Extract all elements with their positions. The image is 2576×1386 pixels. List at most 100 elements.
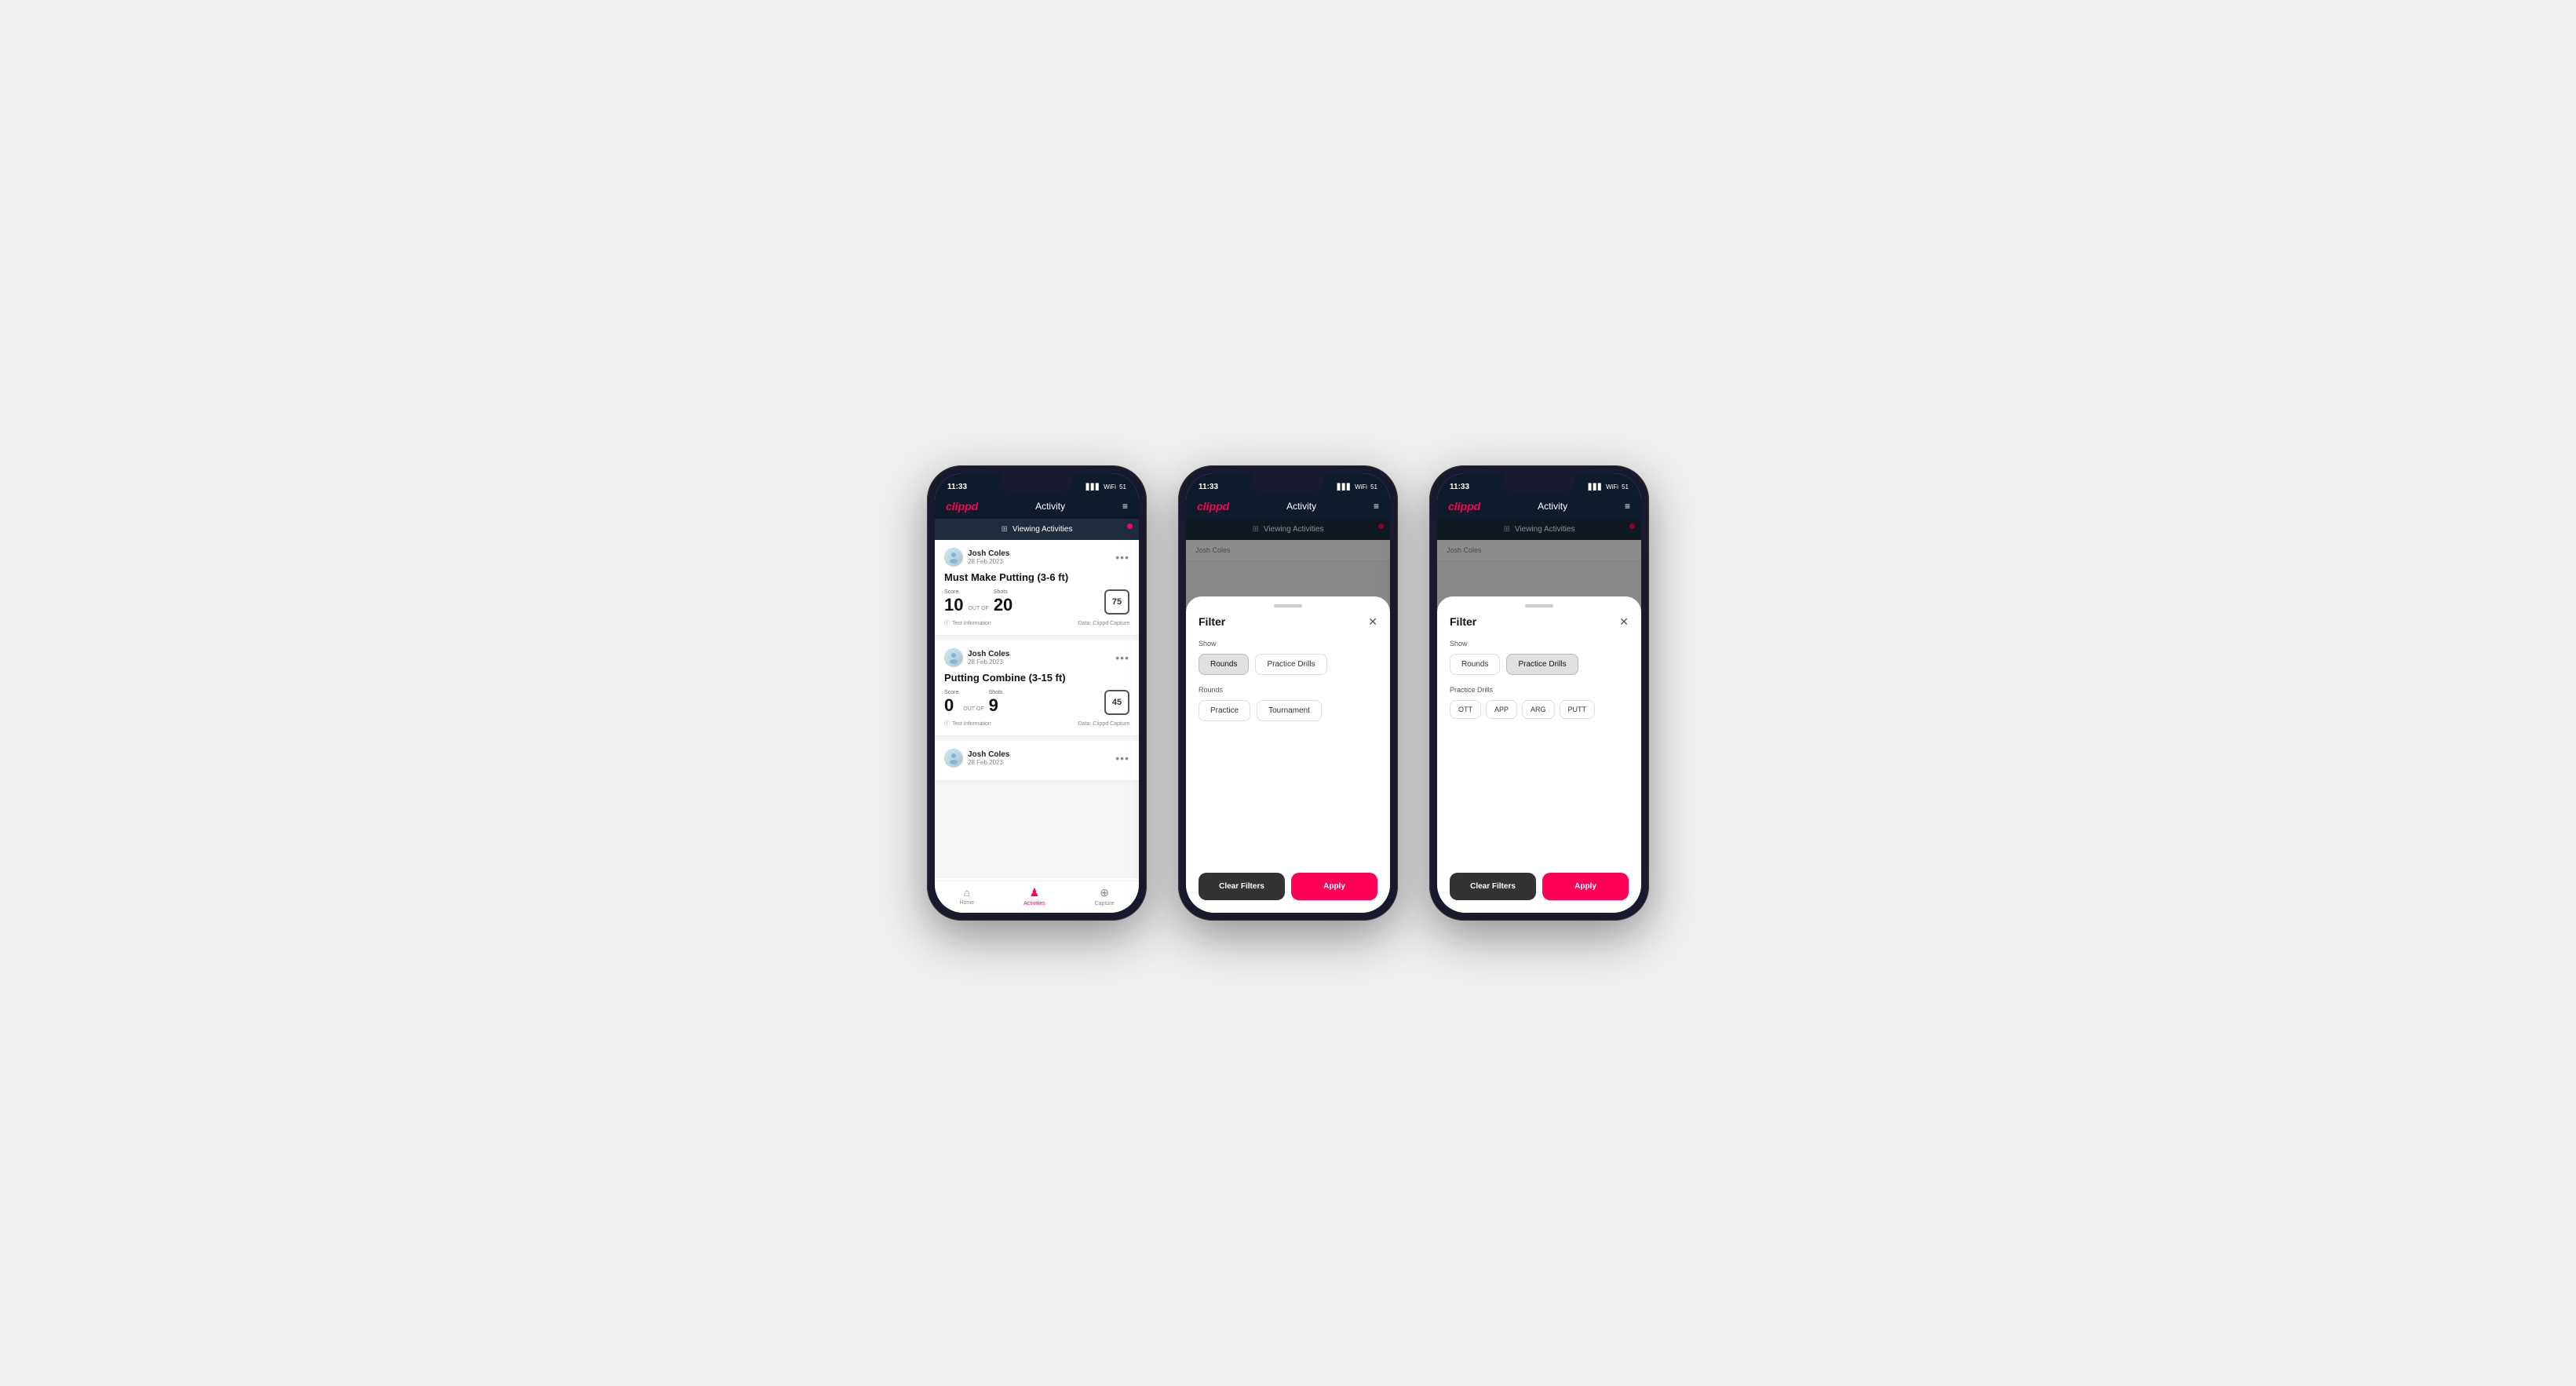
activity-card-2[interactable]: Josh Coles 28 Feb 2023 ••• Putting Combi…	[935, 640, 1139, 736]
viewing-banner-2: ⊞ Viewing Activities	[1186, 519, 1390, 540]
shots-label-1: Shots	[994, 589, 1013, 595]
user-name-2: Josh Coles	[968, 650, 1009, 658]
banner-text-2: Viewing Activities	[1264, 525, 1324, 534]
phone-3: 11:33 ▋▋▋ WiFi 51 clippd Activity ≡	[1429, 465, 1649, 921]
show-buttons-3: Rounds Practice Drills	[1450, 654, 1629, 675]
notification-dot-2	[1378, 523, 1384, 529]
footer-left-1: ⓘ Test Information	[944, 619, 991, 627]
clear-filters-btn-2[interactable]: Clear Filters	[1199, 873, 1285, 900]
activity-card-1[interactable]: Josh Coles 28 Feb 2023 ••• Must Make Put…	[935, 540, 1139, 636]
drills-label-3: Practice Drills	[1450, 686, 1629, 694]
banner-text-1: Viewing Activities	[1013, 525, 1073, 534]
show-label-2: Show	[1199, 640, 1377, 647]
tournament-btn-2[interactable]: Tournament	[1257, 700, 1322, 721]
apply-btn-3[interactable]: Apply	[1542, 873, 1629, 900]
modal-close-2[interactable]: ✕	[1368, 615, 1377, 629]
user-name-1: Josh Coles	[968, 549, 1009, 558]
rounds-btn-2[interactable]: Rounds	[1199, 654, 1249, 675]
hamburger-icon-3[interactable]: ≡	[1625, 501, 1630, 512]
footer-left-2: ⓘ Test Information	[944, 720, 991, 728]
modal-footer-2: Clear Filters Apply	[1199, 873, 1377, 900]
ott-tag[interactable]: OTT	[1450, 700, 1481, 719]
shots-label-2: Shots	[989, 690, 1003, 695]
phone-2-screen: 11:33 ▋▋▋ WiFi 51 clippd Activity ≡	[1186, 473, 1390, 913]
avatar-3	[944, 749, 963, 768]
modal-header-3: Filter ✕	[1450, 615, 1629, 629]
hamburger-icon-1[interactable]: ≡	[1122, 501, 1128, 512]
rounds-btn-3[interactable]: Rounds	[1450, 654, 1500, 675]
nav-activities-1[interactable]: ♟ Activities	[1023, 886, 1045, 906]
shot-quality-badge-1: 75	[1104, 589, 1129, 615]
show-label-3: Show	[1450, 640, 1629, 647]
card-title-2: Putting Combine (3-15 ft)	[944, 672, 1129, 684]
activities-icon-1: ♟	[1030, 886, 1040, 899]
card-footer-2: ⓘ Test Information Data: Clippd Capture	[944, 720, 1129, 728]
arg-tag[interactable]: ARG	[1522, 700, 1555, 719]
wifi-icon-1: WiFi	[1104, 483, 1116, 491]
card-header-2: Josh Coles 28 Feb 2023 •••	[944, 648, 1129, 667]
notch-2	[1253, 473, 1323, 492]
header-title-1: Activity	[1035, 501, 1065, 512]
stats-row-1: Score 10 OUT OF Shots 20 75	[944, 589, 1129, 615]
viewing-banner-1[interactable]: ⊞ Viewing Activities	[935, 519, 1139, 540]
modal-title-3: Filter	[1450, 615, 1476, 628]
shots-value-2: 9	[989, 695, 998, 715]
practice-drills-btn-3[interactable]: Practice Drills	[1506, 654, 1578, 675]
drag-handle-3	[1525, 604, 1553, 607]
filter-modal-2: Filter ✕ Show Rounds Practice Drills Rou…	[1186, 596, 1390, 913]
practice-round-btn-2[interactable]: Practice	[1199, 700, 1250, 721]
app-tag[interactable]: APP	[1486, 700, 1517, 719]
app-header-1: clippd Activity ≡	[935, 495, 1139, 519]
signal-icon-1: ▋▋▋	[1086, 483, 1100, 491]
home-label-1: Home	[959, 900, 974, 906]
signal-icon-2: ▋▋▋	[1337, 483, 1352, 491]
header-title-3: Activity	[1538, 501, 1567, 512]
user-info-1: Josh Coles 28 Feb 2023	[944, 548, 1009, 567]
nav-home-1[interactable]: ⌂ Home	[959, 886, 974, 906]
status-time-2: 11:33	[1199, 483, 1218, 491]
clear-filters-btn-3[interactable]: Clear Filters	[1450, 873, 1536, 900]
app-header-3: clippd Activity ≡	[1437, 495, 1641, 519]
putt-tag[interactable]: PUTT	[1560, 700, 1596, 719]
outof-1: OUT OF	[968, 606, 988, 611]
practice-drills-btn-2[interactable]: Practice Drills	[1255, 654, 1326, 675]
more-dots-3[interactable]: •••	[1115, 752, 1129, 764]
more-dots-1[interactable]: •••	[1115, 551, 1129, 564]
notch-3	[1504, 473, 1574, 492]
hamburger-icon-2[interactable]: ≡	[1374, 501, 1379, 512]
notification-dot-1	[1127, 523, 1133, 529]
card-header-3: Josh Coles 28 Feb 2023 •••	[944, 749, 1129, 768]
phones-container: 11:33 ▋▋▋ WiFi 51 clippd Activity ≡ ⊞	[927, 465, 1649, 921]
capture-label-1: Capture	[1095, 901, 1115, 906]
activity-list-1: Josh Coles 28 Feb 2023 ••• Must Make Put…	[935, 540, 1139, 878]
score-value-2: 0	[944, 695, 954, 715]
filter-icon-2: ⊞	[1253, 525, 1259, 534]
footer-right-1: Data: Clippd Capture	[1078, 621, 1129, 626]
wifi-icon-2: WiFi	[1355, 483, 1367, 491]
phone-3-screen: 11:33 ▋▋▋ WiFi 51 clippd Activity ≡	[1437, 473, 1641, 913]
apply-btn-2[interactable]: Apply	[1291, 873, 1377, 900]
avatar-1	[944, 548, 963, 567]
phone-1-screen: 11:33 ▋▋▋ WiFi 51 clippd Activity ≡ ⊞	[935, 473, 1139, 913]
shots-value-1: 20	[994, 595, 1013, 615]
rounds-buttons-2: Practice Tournament	[1199, 700, 1377, 721]
filter-icon-1: ⊞	[1002, 525, 1008, 534]
banner-text-3: Viewing Activities	[1515, 525, 1575, 534]
info-icon-1: ⓘ	[944, 619, 950, 627]
modal-close-3[interactable]: ✕	[1619, 615, 1629, 629]
drag-handle-2	[1274, 604, 1302, 607]
viewing-banner-3: ⊞ Viewing Activities	[1437, 519, 1641, 540]
battery-icon-2: 51	[1370, 483, 1377, 491]
nav-capture-1[interactable]: ⊕ Capture	[1095, 886, 1115, 906]
user-name-3: Josh Coles	[968, 750, 1009, 759]
drills-tags-3: OTT APP ARG PUTT	[1450, 700, 1629, 719]
activity-card-3[interactable]: Josh Coles 28 Feb 2023 •••	[935, 741, 1139, 781]
more-dots-2[interactable]: •••	[1115, 651, 1129, 664]
user-date-3: 28 Feb 2023	[968, 759, 1009, 766]
status-icons-2: ▋▋▋ WiFi 51	[1337, 483, 1377, 491]
modal-header-2: Filter ✕	[1199, 615, 1377, 629]
card-title-1: Must Make Putting (3-6 ft)	[944, 571, 1129, 583]
user-info-2: Josh Coles 28 Feb 2023	[944, 648, 1009, 667]
info-icon-2: ⓘ	[944, 720, 950, 728]
phone-2: 11:33 ▋▋▋ WiFi 51 clippd Activity ≡	[1178, 465, 1398, 921]
